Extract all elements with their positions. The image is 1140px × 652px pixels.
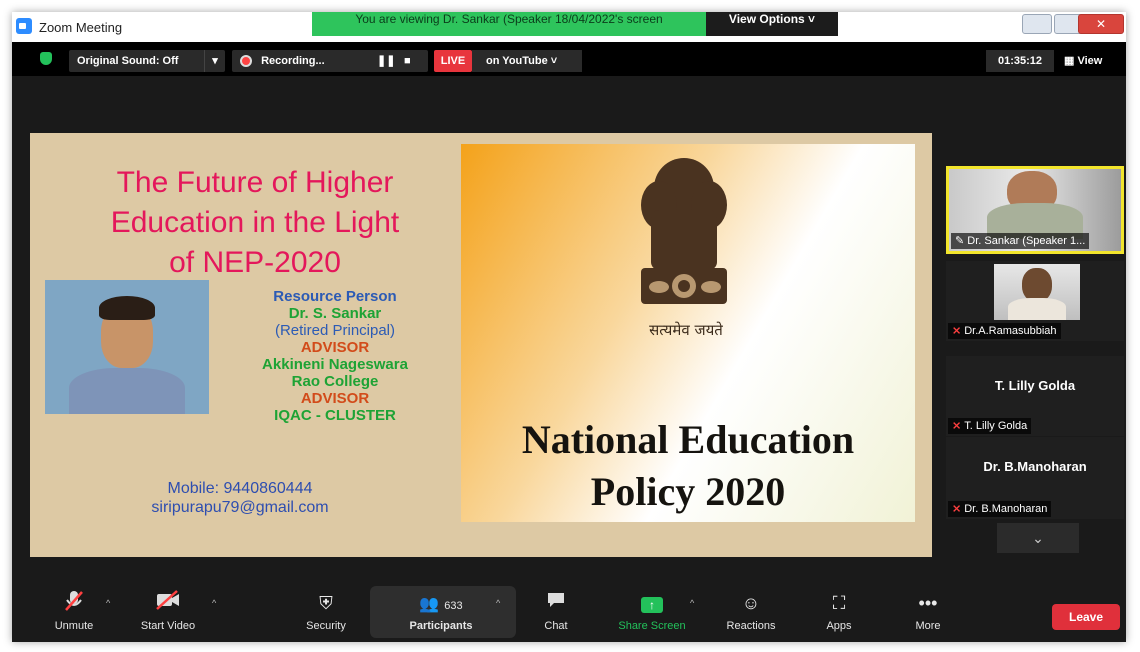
chat-bubble-icon — [516, 590, 596, 618]
nep-panel: सत्यमेव जयते National Education Policy 2… — [461, 144, 915, 522]
info-line: Akkineni Nageswara — [262, 356, 408, 373]
start-video-label: Start Video — [140, 620, 196, 632]
zoom-window: Zoom Meeting You are viewing Dr. Sankar … — [12, 12, 1126, 642]
minimize-button[interactable] — [1022, 14, 1052, 34]
mobile-number: Mobile: 9440860444 — [167, 480, 313, 497]
security-button[interactable]: ⛨ Security — [286, 590, 366, 632]
participant-name-label: ⨯ T. Lilly Golda — [948, 418, 1032, 434]
recording-control: Recording... ❚❚ ■ — [232, 50, 428, 72]
contact-info: Mobile: 9440860444 siripurapu79@gmail.co… — [70, 479, 410, 517]
slide-title-line: Education in the Light — [110, 206, 400, 239]
window-title: Zoom Meeting — [39, 20, 123, 35]
reactions-button[interactable]: ☺ Reactions — [711, 590, 791, 632]
meeting-top-bar: Original Sound: Off ▾ Recording... ❚❚ ■ … — [12, 42, 1126, 76]
view-label: View — [1077, 55, 1103, 67]
nep-title-line: Policy 2020 — [590, 469, 786, 514]
slide-title-line: of NEP-2020 — [169, 246, 341, 279]
nep-title-line: National Education — [521, 417, 855, 462]
participant-tile[interactable]: ⨯ Dr.A.Ramasubbiah — [946, 261, 1124, 341]
emblem-motto: सत्यमेव जयते — [649, 321, 723, 339]
chevron-up-icon[interactable]: ^ — [212, 598, 216, 608]
security-label: Security — [306, 620, 346, 632]
view-options-button[interactable]: View Options ˅ — [706, 12, 838, 36]
close-button[interactable]: ✕ — [1078, 14, 1124, 34]
shared-screen-slide: The Future of Higher Education in the Li… — [30, 133, 932, 557]
scroll-down-button[interactable]: ⌄ — [997, 523, 1079, 553]
share-screen-label: Share Screen — [618, 620, 686, 632]
chevron-down-icon: ⌄ — [1032, 530, 1044, 546]
shield-icon: ⛨ — [319, 593, 333, 613]
participant-tile-active-speaker[interactable]: ✎ Dr. Sankar (Speaker 1... — [946, 166, 1124, 254]
chat-button[interactable]: Chat — [516, 590, 596, 632]
participant-display-name: T. Lilly Golda — [994, 378, 1076, 393]
start-video-button[interactable]: Start Video — [128, 590, 208, 632]
more-dots-icon: ••• — [918, 593, 938, 613]
camera-off-icon — [128, 590, 208, 618]
grid-icon: ▦ — [1064, 55, 1075, 67]
info-line: (Retired Principal) — [274, 322, 396, 339]
email-address: siripurapu79@gmail.com — [151, 499, 329, 516]
chevron-up-icon[interactable]: ^ — [496, 598, 500, 608]
share-screen-button[interactable]: ↑ Share Screen — [612, 590, 692, 632]
original-sound-label: Original Sound: Off — [77, 55, 179, 67]
participant-count: 633 — [444, 600, 463, 612]
info-line: ADVISOR — [300, 390, 370, 407]
info-line: Rao College — [291, 373, 379, 390]
zoom-logo-icon — [16, 18, 32, 34]
apps-icon: ⛶ — [832, 593, 846, 613]
pause-icon[interactable]: ❚❚ — [377, 50, 395, 72]
share-screen-icon: ↑ — [612, 590, 692, 618]
participant-display-name: Dr. B.Manoharan — [983, 459, 1087, 474]
chat-label: Chat — [544, 620, 568, 632]
chevron-up-icon[interactable]: ^ — [690, 598, 694, 608]
participant-video — [994, 264, 1080, 320]
title-bar: Zoom Meeting You are viewing Dr. Sankar … — [12, 12, 1126, 42]
more-label: More — [915, 620, 941, 632]
smiley-icon: ☺ — [741, 593, 761, 613]
recording-dot-icon — [240, 55, 252, 68]
info-line: Resource Person — [273, 288, 397, 305]
resource-person-info: Resource Person Dr. S. Sankar (Retired P… — [220, 288, 450, 424]
meeting-toolbar: Unmute ^ Start Video ^ ⛨ Security 👥 633 … — [12, 582, 1126, 642]
recording-label: Recording... — [261, 55, 325, 67]
reactions-label: Reactions — [726, 620, 776, 632]
participant-name-label: ⨯ Dr.A.Ramasubbiah — [948, 323, 1061, 339]
view-button[interactable]: ▦ View — [1064, 50, 1102, 72]
original-sound-toggle[interactable]: Original Sound: Off ▾ — [69, 50, 225, 72]
slide-title-line: The Future of Higher — [116, 166, 394, 199]
muted-mic-icon: ⨯ — [952, 503, 962, 515]
chevron-down-icon[interactable]: ▾ — [204, 50, 225, 72]
national-emblem-icon — [641, 158, 727, 304]
microphone-muted-icon — [34, 590, 114, 618]
participant-name-label: ✎ Dr. Sankar (Speaker 1... — [951, 233, 1090, 249]
participant-name-label: ⨯ Dr. B.Manoharan — [948, 501, 1052, 517]
info-line: Dr. S. Sankar — [288, 305, 382, 322]
viewing-banner: You are viewing Dr. Sankar (Speaker 18/0… — [312, 12, 706, 36]
apps-button[interactable]: ⛶ Apps — [799, 590, 879, 632]
participants-icon: 👥 633 — [419, 596, 463, 613]
info-line: IQAC - CLUSTER — [274, 407, 396, 424]
participants-button[interactable]: 👥 633 Participants — [401, 590, 481, 632]
info-line: ADVISOR — [300, 339, 370, 356]
participants-label: Participants — [409, 620, 473, 632]
encryption-shield-icon[interactable] — [40, 52, 52, 65]
live-badge: LIVE — [434, 50, 472, 72]
participant-tile[interactable]: T. Lilly Golda ⨯ T. Lilly Golda — [946, 356, 1124, 436]
more-button[interactable]: ••• More — [888, 590, 968, 632]
stop-icon[interactable]: ■ — [404, 50, 411, 72]
nep-title: National Education Policy 2020 — [461, 414, 915, 518]
apps-label: Apps — [826, 620, 852, 632]
leave-button[interactable]: Leave — [1052, 604, 1120, 630]
participant-tile[interactable]: Dr. B.Manoharan ⨯ Dr. B.Manoharan — [946, 437, 1124, 519]
on-youtube-button[interactable]: on YouTube ˅ — [472, 50, 582, 72]
speaker-photo — [45, 280, 209, 414]
slide-title: The Future of Higher Education in the Li… — [50, 163, 460, 283]
unmute-button[interactable]: Unmute — [34, 590, 114, 632]
pin-icon: ✎ — [955, 235, 965, 247]
muted-mic-icon: ⨯ — [952, 420, 962, 432]
meeting-timer: 01:35:12 — [986, 50, 1054, 72]
unmute-label: Unmute — [54, 620, 94, 632]
muted-mic-icon: ⨯ — [952, 325, 962, 337]
chevron-up-icon[interactable]: ^ — [106, 598, 110, 608]
